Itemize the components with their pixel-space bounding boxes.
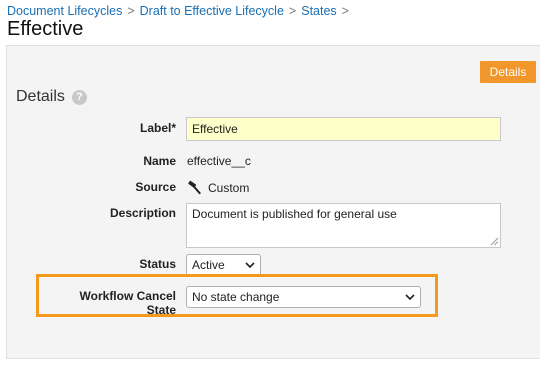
status-field-label: Status <box>139 257 176 271</box>
tab-details[interactable]: Details <box>480 61 536 83</box>
hammer-icon <box>188 180 201 195</box>
source-value: Custom <box>187 180 249 195</box>
workflow-cancel-state-value: No state change <box>192 290 280 304</box>
resize-grip-icon[interactable] <box>490 237 499 246</box>
breadcrumb-separator: > <box>341 4 349 18</box>
breadcrumb: Document Lifecycles > Draft to Effective L… <box>7 4 354 18</box>
name-field-label: Name <box>143 154 176 168</box>
workflow-cancel-state-label: Workflow Cancel State <box>79 289 176 317</box>
breadcrumb-separator: > <box>288 4 297 18</box>
breadcrumb-separator: > <box>127 4 135 18</box>
workflow-cancel-state-select[interactable]: No state change <box>186 286 421 308</box>
chevron-down-icon <box>245 262 255 269</box>
label-input[interactable] <box>186 117 501 141</box>
description-field-label: Description <box>109 206 176 220</box>
description-textarea[interactable]: Document is published for general use <box>186 203 501 248</box>
section-heading: Details ? <box>16 88 87 106</box>
breadcrumb-link-document-lifecycles[interactable]: Document Lifecycles <box>7 4 122 18</box>
status-select[interactable]: Active <box>186 254 261 276</box>
section-heading-text: Details <box>16 88 65 105</box>
chevron-down-icon <box>405 294 415 301</box>
breadcrumb-link-states[interactable]: States <box>301 4 336 18</box>
status-select-value: Active <box>192 258 225 272</box>
page-title: Effective <box>7 18 84 40</box>
source-field-label: Source <box>135 180 176 194</box>
source-value-text: Custom <box>208 180 250 195</box>
label-field-label: Label* <box>139 121 176 135</box>
name-value: effective__c <box>187 154 251 168</box>
breadcrumb-link-lifecycle[interactable]: Draft to Effective Lifecycle <box>140 4 284 18</box>
question-mark-icon[interactable]: ? <box>71 89 87 105</box>
